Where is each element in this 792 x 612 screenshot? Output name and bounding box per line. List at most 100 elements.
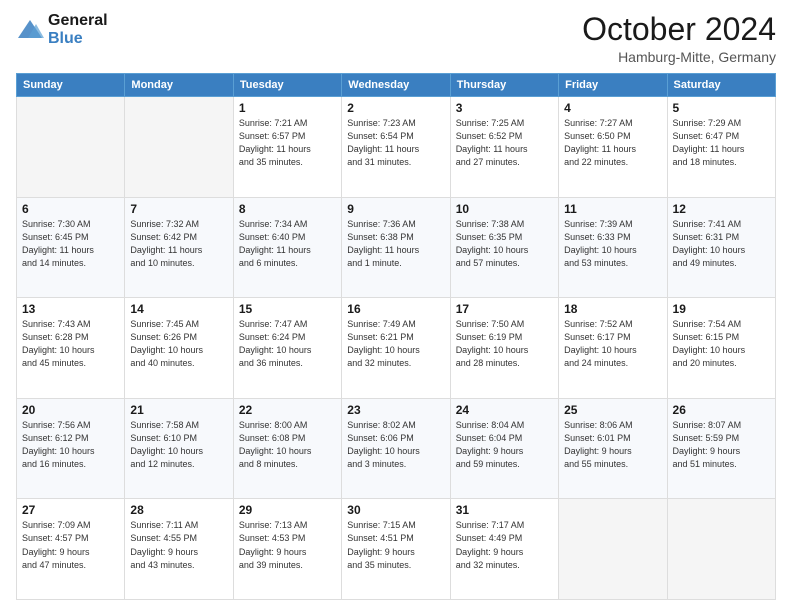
day-number: 16 [347,302,444,316]
calendar-cell: 11Sunrise: 7:39 AM Sunset: 6:33 PM Dayli… [559,197,667,298]
calendar-cell: 24Sunrise: 8:04 AM Sunset: 6:04 PM Dayli… [450,398,558,499]
day-info: Sunrise: 7:34 AM Sunset: 6:40 PM Dayligh… [239,218,336,270]
day-number: 31 [456,503,553,517]
calendar-cell: 14Sunrise: 7:45 AM Sunset: 6:26 PM Dayli… [125,298,233,399]
day-info: Sunrise: 7:41 AM Sunset: 6:31 PM Dayligh… [673,218,770,270]
day-info: Sunrise: 7:25 AM Sunset: 6:52 PM Dayligh… [456,117,553,169]
calendar-cell [125,97,233,198]
calendar-header: Sunday Monday Tuesday Wednesday Thursday… [17,74,776,97]
day-info: Sunrise: 7:11 AM Sunset: 4:55 PM Dayligh… [130,519,227,571]
day-info: Sunrise: 7:27 AM Sunset: 6:50 PM Dayligh… [564,117,661,169]
day-info: Sunrise: 7:36 AM Sunset: 6:38 PM Dayligh… [347,218,444,270]
calendar-cell: 19 Sunrise: 7:54 AM Sunset: 6:15 PM Dayli… [667,298,775,399]
calendar-cell: 23 Sunrise: 8:02 AM Sunset: 6:06 PM Dayli… [342,398,450,499]
day-number: 17 [456,302,553,316]
calendar-cell: 20 Sunrise: 7:56 AM Sunset: 6:12 PM Dayli… [17,398,125,499]
day-number: 15 [239,302,336,316]
col-saturday: Saturday [667,74,775,97]
day-info: Sunrise: 7:49 AM Sunset: 6:21 PM Dayligh… [347,318,444,370]
month-title: October 2024 [582,12,776,47]
calendar-cell [667,499,775,600]
calendar-cell: 29 Sunrise: 7:13 AM Sunset: 4:53 PM Dayli… [233,499,341,600]
week-row-3: 13 Sunrise: 7:43 AM Sunset: 6:28 PM Dayli… [17,298,776,399]
day-number: 10 [456,202,553,216]
col-wednesday: Wednesday [342,74,450,97]
day-info: Sunrise: 7:54 AM Sunset: 6:15 PM Dayligh… [673,318,770,370]
day-info: Sunrise: 8:07 AM Sunset: 5:59 PM Dayligh… [673,419,770,471]
day-info: Sunrise: 8:00 AM Sunset: 6:08 PM Dayligh… [239,419,336,471]
weekday-row: Sunday Monday Tuesday Wednesday Thursday… [17,74,776,97]
page: General Blue October 2024 Hamburg-Mitte,… [0,0,792,612]
day-number: 12 [673,202,770,216]
day-number: 28 [130,503,227,517]
calendar-cell: 1 Sunrise: 7:21 AM Sunset: 6:57 PM Daylig… [233,97,341,198]
col-thursday: Thursday [450,74,558,97]
day-number: 29 [239,503,336,517]
logo-icon [16,18,44,42]
calendar-cell: 22 Sunrise: 8:00 AM Sunset: 6:08 PM Dayli… [233,398,341,499]
calendar-cell: 21 Sunrise: 7:58 AM Sunset: 6:10 PM Dayli… [125,398,233,499]
calendar-cell: 9 Sunrise: 7:36 AM Sunset: 6:38 PM Daylig… [342,197,450,298]
day-number: 20 [22,403,119,417]
day-number: 27 [22,503,119,517]
logo: General Blue [16,12,108,47]
logo-text: General Blue [48,12,108,47]
day-number: 2 [347,101,444,115]
day-number: 23 [347,403,444,417]
calendar-cell: 17Sunrise: 7:50 AM Sunset: 6:19 PM Dayli… [450,298,558,399]
calendar-cell: 30 Sunrise: 7:15 AM Sunset: 4:51 PM Dayli… [342,499,450,600]
calendar-cell: 13 Sunrise: 7:43 AM Sunset: 6:28 PM Dayli… [17,298,125,399]
title-block: October 2024 Hamburg-Mitte, Germany [582,12,776,65]
calendar-cell: 7Sunrise: 7:32 AM Sunset: 6:42 PM Daylig… [125,197,233,298]
day-number: 5 [673,101,770,115]
day-info: Sunrise: 7:56 AM Sunset: 6:12 PM Dayligh… [22,419,119,471]
location-title: Hamburg-Mitte, Germany [582,49,776,65]
day-number: 21 [130,403,227,417]
day-number: 6 [22,202,119,216]
calendar-cell: 6Sunrise: 7:30 AM Sunset: 6:45 PM Daylig… [17,197,125,298]
day-number: 9 [347,202,444,216]
day-info: Sunrise: 7:17 AM Sunset: 4:49 PM Dayligh… [456,519,553,571]
calendar-cell: 28 Sunrise: 7:11 AM Sunset: 4:55 PM Dayli… [125,499,233,600]
day-number: 1 [239,101,336,115]
day-number: 26 [673,403,770,417]
calendar-cell: 15Sunrise: 7:47 AM Sunset: 6:24 PM Dayli… [233,298,341,399]
day-number: 7 [130,202,227,216]
calendar-cell: 25Sunrise: 8:06 AM Sunset: 6:01 PM Dayli… [559,398,667,499]
day-info: Sunrise: 7:13 AM Sunset: 4:53 PM Dayligh… [239,519,336,571]
day-info: Sunrise: 7:21 AM Sunset: 6:57 PM Dayligh… [239,117,336,169]
day-info: Sunrise: 7:15 AM Sunset: 4:51 PM Dayligh… [347,519,444,571]
day-info: Sunrise: 7:45 AM Sunset: 6:26 PM Dayligh… [130,318,227,370]
day-number: 4 [564,101,661,115]
day-number: 13 [22,302,119,316]
day-number: 18 [564,302,661,316]
calendar-cell: 5 Sunrise: 7:29 AM Sunset: 6:47 PM Daylig… [667,97,775,198]
day-info: Sunrise: 7:58 AM Sunset: 6:10 PM Dayligh… [130,419,227,471]
week-row-1: 1 Sunrise: 7:21 AM Sunset: 6:57 PM Daylig… [17,97,776,198]
day-info: Sunrise: 7:52 AM Sunset: 6:17 PM Dayligh… [564,318,661,370]
week-row-5: 27 Sunrise: 7:09 AM Sunset: 4:57 PM Dayli… [17,499,776,600]
day-info: Sunrise: 7:09 AM Sunset: 4:57 PM Dayligh… [22,519,119,571]
calendar-cell: 26 Sunrise: 8:07 AM Sunset: 5:59 PM Dayli… [667,398,775,499]
calendar-cell: 8Sunrise: 7:34 AM Sunset: 6:40 PM Daylig… [233,197,341,298]
calendar-cell: 27 Sunrise: 7:09 AM Sunset: 4:57 PM Dayli… [17,499,125,600]
day-info: Sunrise: 8:06 AM Sunset: 6:01 PM Dayligh… [564,419,661,471]
header: General Blue October 2024 Hamburg-Mitte,… [16,12,776,65]
week-row-4: 20 Sunrise: 7:56 AM Sunset: 6:12 PM Dayli… [17,398,776,499]
day-info: Sunrise: 7:29 AM Sunset: 6:47 PM Dayligh… [673,117,770,169]
week-row-2: 6Sunrise: 7:30 AM Sunset: 6:45 PM Daylig… [17,197,776,298]
calendar-table: Sunday Monday Tuesday Wednesday Thursday… [16,73,776,600]
calendar-cell: 10Sunrise: 7:38 AM Sunset: 6:35 PM Dayli… [450,197,558,298]
day-number: 11 [564,202,661,216]
col-monday: Monday [125,74,233,97]
day-number: 30 [347,503,444,517]
day-info: Sunrise: 7:43 AM Sunset: 6:28 PM Dayligh… [22,318,119,370]
day-number: 22 [239,403,336,417]
day-number: 3 [456,101,553,115]
day-info: Sunrise: 8:02 AM Sunset: 6:06 PM Dayligh… [347,419,444,471]
calendar-cell: 4 Sunrise: 7:27 AM Sunset: 6:50 PM Daylig… [559,97,667,198]
day-info: Sunrise: 7:23 AM Sunset: 6:54 PM Dayligh… [347,117,444,169]
calendar-body: 1 Sunrise: 7:21 AM Sunset: 6:57 PM Daylig… [17,97,776,600]
calendar-cell: 16 Sunrise: 7:49 AM Sunset: 6:21 PM Dayli… [342,298,450,399]
day-number: 19 [673,302,770,316]
